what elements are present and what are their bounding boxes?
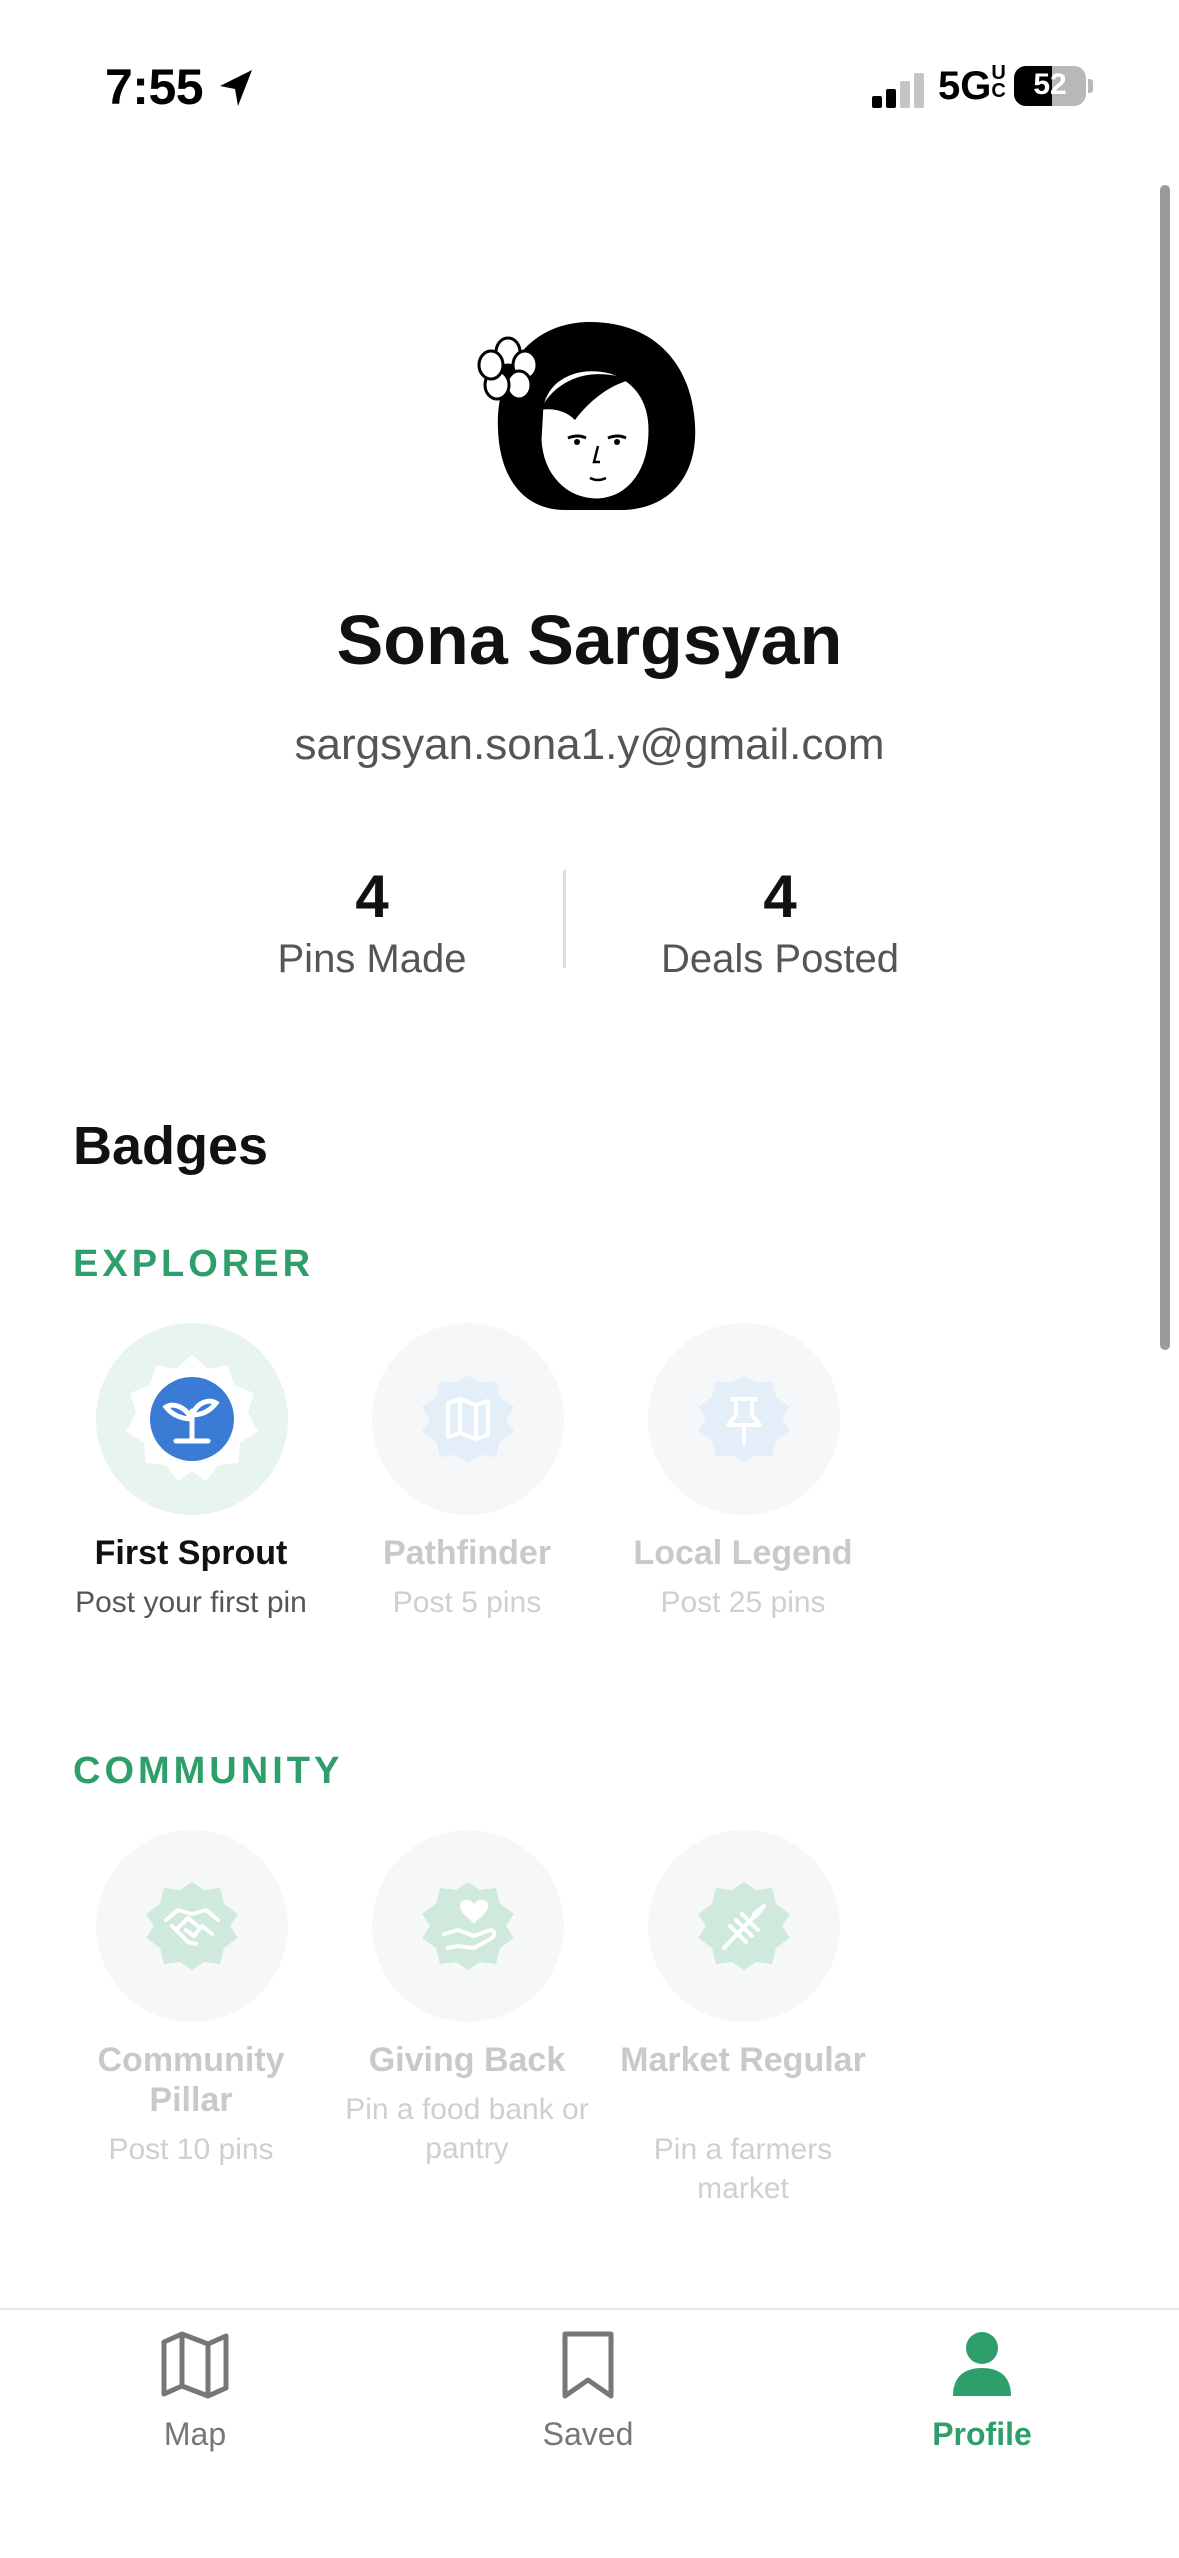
badge-name: Local Legend	[633, 1534, 853, 1572]
badge-desc: Post 5 pins	[392, 1586, 542, 1619]
network-type: 5GUC	[938, 62, 1006, 108]
badge-giving-back-medallion	[372, 1830, 564, 2022]
badge-desc: Post your first pin	[75, 1586, 307, 1619]
status-time: 7:55	[105, 59, 204, 115]
sprout-icon	[126, 1355, 258, 1481]
badge-name: First Sprout	[94, 1534, 288, 1572]
tab-label: Saved	[542, 2416, 634, 2452]
badge-name: Community Pillar	[97, 2041, 285, 2119]
badge-desc: Pin a farmers market	[653, 2133, 833, 2205]
tab-map[interactable]: Map	[75, 2328, 315, 2453]
profile-name: Sona Sargsyan	[336, 601, 843, 679]
badge-name: Giving Back	[368, 2041, 566, 2079]
badge-name: Pathfinder	[382, 1534, 552, 1572]
badge-name: Market Regular	[620, 2041, 866, 2079]
tab-label: Map	[163, 2416, 227, 2452]
tab-label: Profile	[932, 2416, 1032, 2452]
wheat-icon	[698, 1882, 790, 1970]
deals-posted-label: Deals Posted	[661, 937, 899, 981]
battery-icon: 52	[1014, 66, 1094, 106]
bookmark-icon	[562, 2331, 614, 2399]
badge-community-pillar-medallion	[96, 1830, 288, 2022]
explorer-group-title: EXPLORER	[73, 1243, 315, 1285]
badge-desc: Post 10 pins	[108, 2133, 274, 2166]
pins-made-label: Pins Made	[277, 937, 467, 981]
pushpin-icon	[698, 1375, 790, 1463]
tab-saved[interactable]: Saved	[468, 2328, 708, 2453]
stats-divider	[563, 870, 566, 968]
avatar	[477, 322, 696, 510]
pins-made-count: 4	[355, 863, 389, 930]
map-icon	[422, 1375, 514, 1463]
heart-hand-icon	[422, 1882, 514, 1970]
person-icon	[953, 2332, 1011, 2396]
profile-email: sargsyan.sona1.y@gmail.com	[294, 720, 885, 769]
badges-heading: Badges	[73, 1116, 269, 1176]
badge-desc: Pin a food bank or pantry	[345, 2093, 589, 2165]
deals-posted-count: 4	[763, 863, 797, 930]
location-arrow-icon	[220, 70, 252, 106]
badge-desc: Post 25 pins	[660, 1586, 826, 1619]
handshake-icon	[146, 1882, 238, 1970]
badge-local-legend-medallion	[648, 1323, 840, 1515]
tab-profile[interactable]: Profile	[862, 2328, 1102, 2453]
badge-market-regular-medallion	[648, 1830, 840, 2022]
signal-strength-icon	[872, 73, 924, 108]
badge-first-sprout-medallion	[96, 1323, 288, 1515]
map-icon	[161, 2331, 229, 2399]
battery-level: 52	[1033, 68, 1067, 101]
badge-pathfinder-medallion	[372, 1323, 564, 1515]
community-group-title: COMMUNITY	[73, 1750, 344, 1792]
